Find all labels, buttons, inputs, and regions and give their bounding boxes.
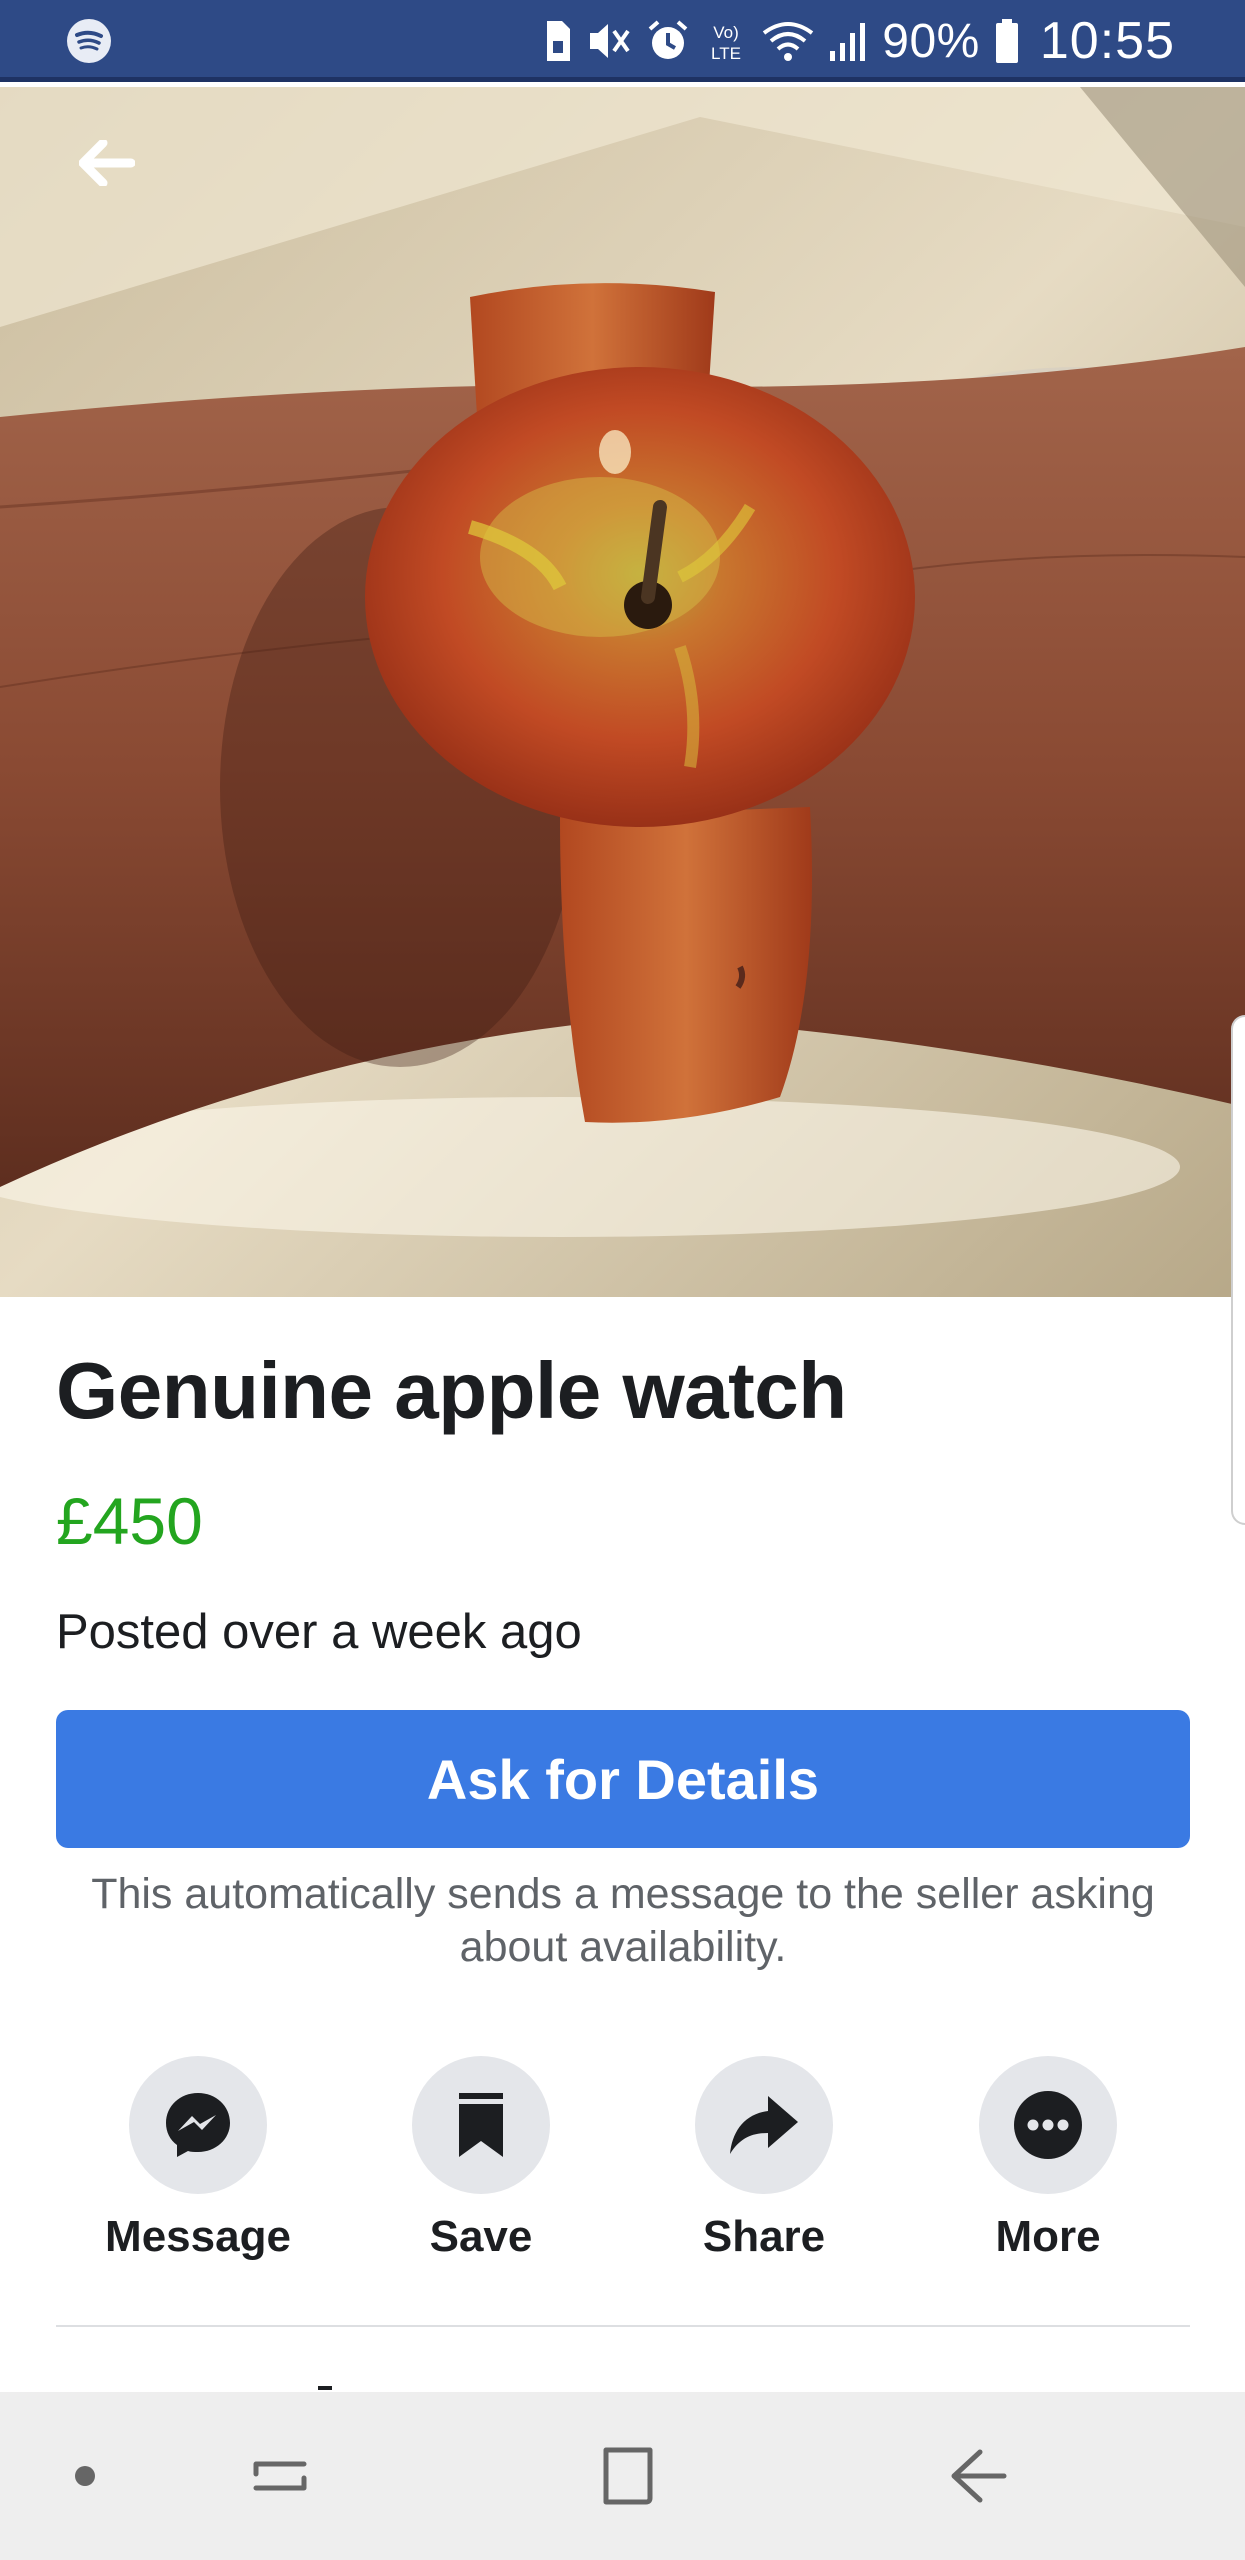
more-dots-icon	[1014, 2091, 1082, 2159]
spotify-icon	[66, 18, 112, 64]
ask-note: This automatically sends a message to th…	[91, 1870, 1155, 1971]
bookmark-icon	[459, 2093, 503, 2157]
clock: 10:55	[1039, 12, 1175, 70]
recents-icon[interactable]	[240, 2392, 320, 2560]
navigation-bar	[0, 2392, 1245, 2560]
alarm-icon	[646, 19, 690, 63]
listing-price: £450	[56, 1484, 203, 1558]
back-icon[interactable]	[938, 2392, 1018, 2560]
battery-icon	[994, 18, 1020, 64]
side-panel-handle[interactable]	[1231, 1015, 1245, 1525]
save-label: Save	[429, 2212, 533, 2261]
next-section-peek	[56, 2370, 456, 2390]
more-button[interactable]	[979, 2056, 1117, 2194]
ask-for-details-button[interactable]: Ask for Details	[56, 1710, 1190, 1848]
back-arrow-icon	[79, 140, 135, 186]
status-bar: Vo) LTE 90% 10:55	[0, 0, 1245, 82]
volte-icon: Vo) LTE	[704, 19, 748, 63]
dot-icon[interactable]	[60, 2392, 110, 2560]
battery-percent: 90%	[882, 14, 980, 68]
message-action[interactable]: Message	[56, 2056, 340, 2276]
share-button[interactable]	[695, 2056, 833, 2194]
listing-title: Genuine apple watch	[56, 1346, 847, 1435]
signal-icon	[828, 19, 868, 63]
home-icon[interactable]	[588, 2392, 668, 2560]
mute-icon	[586, 19, 632, 63]
sim-icon	[544, 19, 572, 63]
save-button[interactable]	[412, 2056, 550, 2194]
messenger-icon	[166, 2093, 230, 2157]
wifi-icon	[762, 19, 814, 63]
posted-time: Posted over a week ago	[56, 1605, 582, 1659]
share-label: Share	[702, 2212, 826, 2261]
more-label: More	[995, 2212, 1101, 2261]
message-label: Message	[105, 2212, 291, 2261]
message-button[interactable]	[129, 2056, 267, 2194]
action-row: Message Save Share More	[56, 2056, 1190, 2276]
save-action[interactable]: Save	[339, 2056, 623, 2276]
share-action[interactable]: Share	[622, 2056, 906, 2276]
listing-photo[interactable]	[0, 87, 1245, 1297]
svg-text:Vo): Vo)	[714, 23, 740, 42]
more-action[interactable]: More	[906, 2056, 1190, 2276]
divider	[56, 2325, 1190, 2327]
svg-text:LTE: LTE	[711, 44, 741, 63]
back-button[interactable]	[72, 128, 142, 198]
share-arrow-icon	[730, 2096, 798, 2154]
